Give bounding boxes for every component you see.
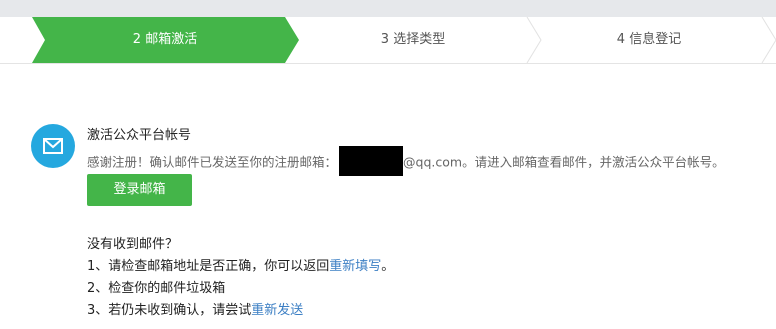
mail-icon (31, 124, 75, 168)
help-item-2: 2、检查你的邮件垃圾箱 (87, 281, 226, 296)
help-item-3-text: 3、若仍未收到确认，请尝试 (87, 303, 252, 318)
help-item-1-text: 1、请检查邮箱地址是否正确，你可以返回 (87, 259, 330, 274)
step-email-activation: 2 邮箱激活 (132, 32, 198, 47)
step-progress-bar: 2 邮箱激活 3 选择类型 4 信息登记 (0, 17, 776, 64)
help-heading: 没有收到邮件？ (87, 237, 179, 252)
help-item-3: 3、若仍未收到确认，请尝试重新发送 (87, 300, 394, 322)
help-section: 没有收到邮件？ 1、请检查邮箱地址是否正确，你可以返回重新填写。 2、检查你的邮… (87, 234, 394, 322)
resend-link[interactable]: 重新发送 (251, 303, 303, 318)
email-domain: @qq.com (403, 154, 463, 170)
description-prefix: 感谢注册！确认邮件已发送至你的注册邮箱： (87, 154, 338, 170)
step-info-registration: 4 信息登记 (616, 32, 682, 47)
description-suffix: 。请进入邮箱查看邮件，并激活公众平台帐号。 (462, 154, 725, 170)
step-select-type: 3 选择类型 (380, 32, 446, 47)
help-item-1-end: 。 (381, 259, 395, 274)
top-band (0, 0, 776, 17)
step-separator (761, 17, 776, 63)
activation-title: 激活公众平台帐号 (87, 128, 192, 143)
login-mailbox-button[interactable]: 登录邮箱 (87, 174, 192, 206)
redacted-email (339, 146, 404, 176)
step-separator (526, 17, 542, 63)
refill-link[interactable]: 重新填写 (329, 259, 381, 274)
help-item-1: 1、请检查邮箱地址是否正确，你可以返回重新填写。 (87, 256, 394, 278)
